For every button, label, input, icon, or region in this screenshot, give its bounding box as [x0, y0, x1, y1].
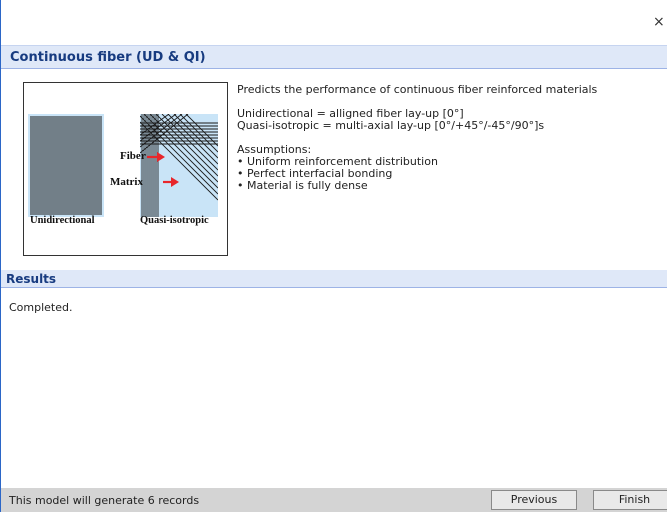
model-description: Predicts the performance of continuous f… [237, 84, 657, 192]
results-status: Completed. [9, 301, 73, 314]
window-border [0, 0, 1, 512]
qi-label: Quasi-isotropic [140, 215, 209, 226]
fiber-layup-illustration: Fiber Matrix Unidirectional Quasi-isotro… [28, 114, 218, 226]
dialog-window: × Continuous fiber (UD & QI) Fiber Matri… [0, 0, 667, 512]
description-summary: Predicts the performance of continuous f… [237, 83, 598, 96]
fiber-label: Fiber [120, 150, 146, 162]
ud-label: Unidirectional [30, 215, 95, 226]
assumption-item: • Material is fully dense [237, 179, 368, 192]
model-diagram: Fiber Matrix Unidirectional Quasi-isotro… [23, 82, 228, 256]
finish-button[interactable]: Finish [593, 490, 667, 510]
previous-button[interactable]: Previous [491, 490, 577, 510]
results-header: Results [1, 270, 667, 288]
records-info: This model will generate 6 records [9, 494, 200, 507]
qi-definition: Quasi-isotropic = multi-axial lay-up [0°… [237, 119, 545, 132]
close-icon[interactable]: × [653, 14, 667, 30]
model-title: Continuous fiber (UD & QI) [1, 45, 667, 69]
matrix-label: Matrix [110, 176, 143, 188]
